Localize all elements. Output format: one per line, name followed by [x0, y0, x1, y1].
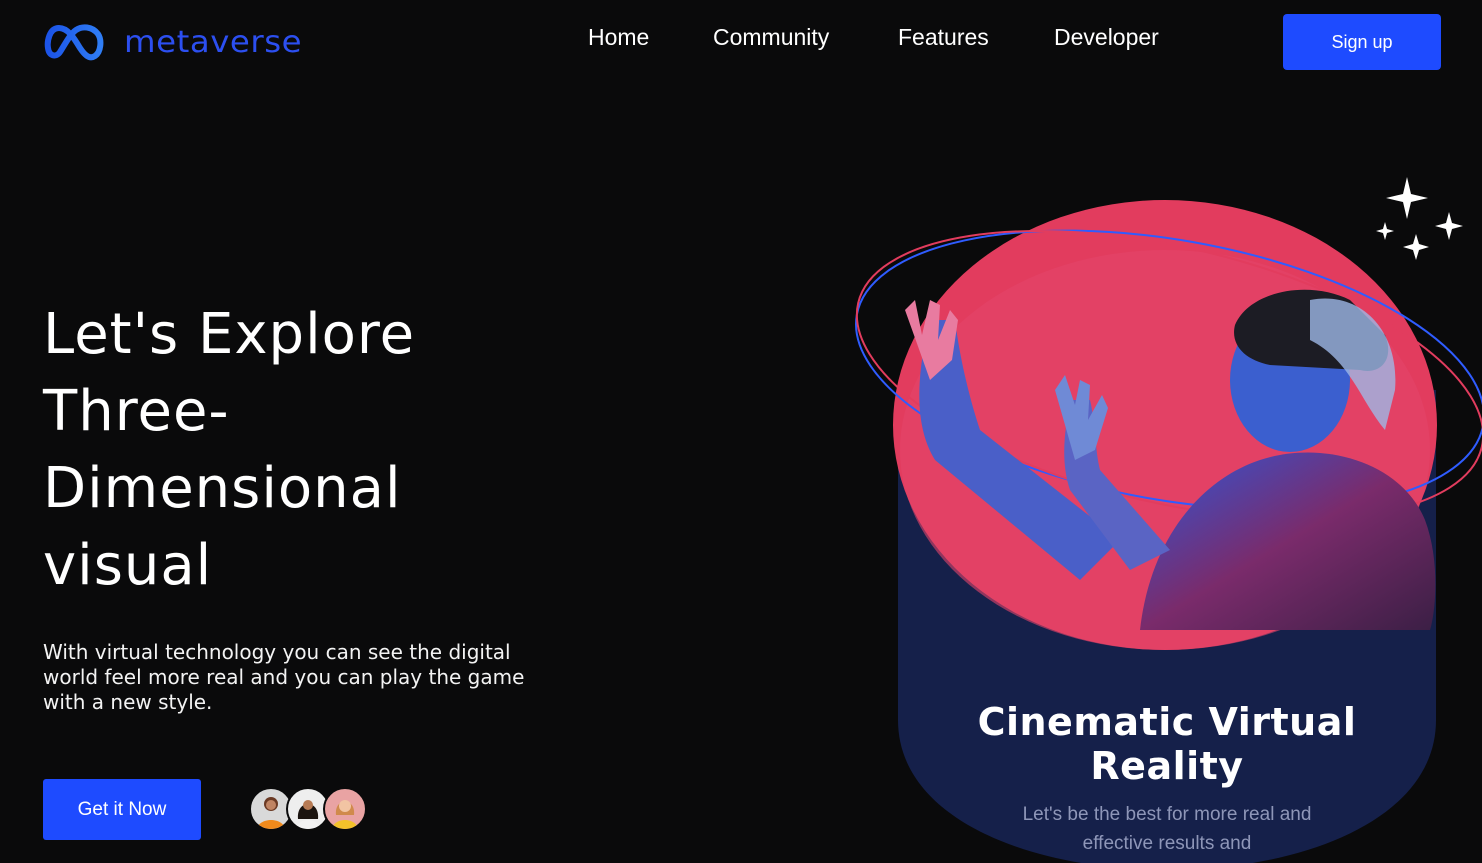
hero-title-line: visual — [43, 533, 213, 598]
card-title-line: Reality — [1090, 744, 1244, 788]
nav-developer[interactable]: Developer — [1054, 24, 1159, 51]
hero-title-line: Dimensional — [43, 456, 402, 521]
site-header: metaverse Home Community Features Develo… — [0, 0, 1482, 90]
card-title: Cinematic Virtual Reality — [898, 700, 1436, 788]
hero-title-line: Let's Explore — [43, 302, 416, 367]
avatar — [323, 787, 367, 831]
hero-title-line: Three- — [43, 379, 230, 444]
infinity-logo-icon — [44, 24, 104, 61]
person-icon — [296, 800, 320, 829]
nav-features[interactable]: Features — [898, 24, 989, 51]
nav-home[interactable]: Home — [588, 24, 649, 51]
nav-community[interactable]: Community — [713, 24, 829, 51]
get-it-now-button[interactable]: Get it Now — [43, 779, 201, 840]
card-subtitle: Let's be the best for more real and effe… — [1022, 804, 1312, 854]
person-icon — [332, 800, 358, 829]
brand-name: metaverse — [124, 24, 303, 60]
person-icon — [257, 797, 285, 829]
brand-logo[interactable]: metaverse — [44, 20, 302, 64]
signup-button[interactable]: Sign up — [1283, 14, 1441, 70]
avatar-group — [249, 787, 379, 831]
card-title-line: Cinematic Virtual — [977, 700, 1357, 744]
card-content: Cinematic Virtual Reality Let's be the b… — [898, 700, 1436, 858]
sparkles-icon — [1376, 177, 1463, 260]
hero-description: With virtual technology you can see the … — [43, 640, 525, 714]
hero-title: Let's Explore Three- Dimensional visual — [43, 296, 563, 604]
